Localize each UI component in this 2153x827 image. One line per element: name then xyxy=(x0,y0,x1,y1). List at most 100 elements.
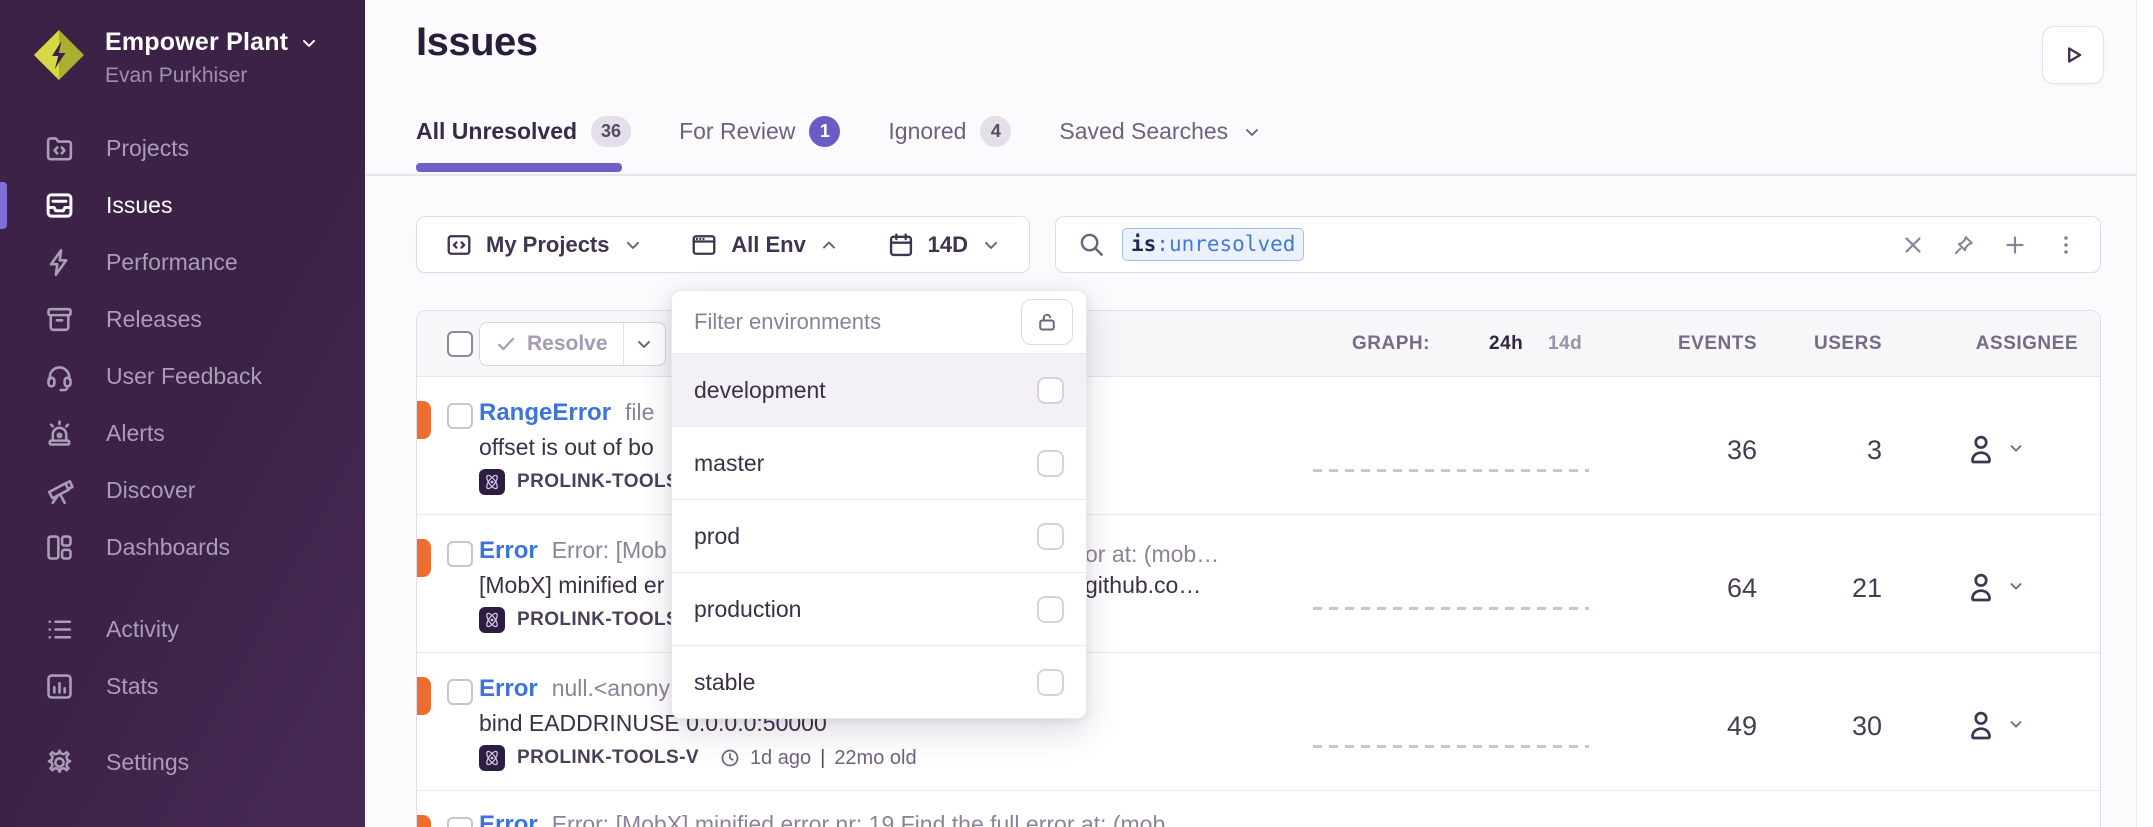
sidebar-item-label: Activity xyxy=(106,616,179,643)
issue-title-link[interactable]: RangeError xyxy=(479,399,611,427)
sidebar-item-releases[interactable]: Releases xyxy=(0,291,365,348)
sidebar-nav: Projects Issues Performance Releases Use… xyxy=(0,120,365,791)
tab-ignored[interactable]: Ignored 4 xyxy=(888,116,1011,147)
date-range-filter[interactable]: 14D xyxy=(865,217,1023,272)
header-divider xyxy=(365,174,2153,176)
sidebar-item-label: Projects xyxy=(106,135,189,162)
kebab-menu-icon[interactable] xyxy=(2054,233,2078,257)
issue-culprit: Error: [Mob xyxy=(552,537,667,564)
graph-period-14d[interactable]: 14d xyxy=(1548,311,1582,377)
tab-for-review[interactable]: For Review 1 xyxy=(679,116,840,147)
electron-project-icon xyxy=(479,607,505,633)
env-option-label: master xyxy=(694,450,764,477)
env-option-checkbox[interactable] xyxy=(1037,377,1064,404)
resolve-button[interactable]: Resolve xyxy=(479,322,666,366)
issue-title-link[interactable]: Error xyxy=(479,811,538,827)
page-scrollbar[interactable] xyxy=(2136,0,2153,827)
issue-row[interactable]: RangeError file offset is out of bo PROL… xyxy=(417,377,2100,515)
sidebar-item-label: Settings xyxy=(106,749,189,776)
select-all-checkbox[interactable] xyxy=(447,331,473,357)
env-option-production[interactable]: production xyxy=(672,572,1086,645)
sidebar-item-user-feedback[interactable]: User Feedback xyxy=(0,348,365,405)
active-tab-underline xyxy=(416,163,622,172)
chevron-down-icon xyxy=(299,33,319,53)
pin-icon[interactable] xyxy=(1952,233,1976,257)
sidebar-item-activity[interactable]: Activity xyxy=(0,601,365,658)
nav-spacer xyxy=(0,576,365,601)
row-checkbox[interactable] xyxy=(447,817,473,827)
column-assignee: ASSIGNEE xyxy=(1917,311,2078,377)
graph-period-24h[interactable]: 24h xyxy=(1489,311,1523,377)
assignee-selector[interactable] xyxy=(1932,431,2057,465)
column-events: EVENTS xyxy=(1637,311,1757,377)
error-level-bar xyxy=(417,401,431,439)
activity-icon xyxy=(44,614,75,645)
issue-row[interactable]: Error Error: [MobX] minified error nr: 1… xyxy=(417,791,2100,827)
org-switcher[interactable]: Empower Plant Evan Purkhiser xyxy=(30,26,319,88)
env-option-checkbox[interactable] xyxy=(1037,523,1064,550)
pin-filter-button[interactable] xyxy=(1021,299,1073,345)
search-token-is-unresolved[interactable]: is:unresolved xyxy=(1122,228,1304,261)
search-token-key: is xyxy=(1131,232,1156,256)
column-graph: GRAPH: xyxy=(1352,311,1430,377)
page-title: Issues xyxy=(416,20,538,65)
events-count: 36 xyxy=(1637,435,1757,466)
env-option-label: production xyxy=(694,596,801,623)
dashboards-icon xyxy=(44,532,75,563)
tab-count-badge: 36 xyxy=(591,116,631,147)
sidebar-item-label: Dashboards xyxy=(106,534,230,561)
env-option-checkbox[interactable] xyxy=(1037,669,1064,696)
env-option-stable[interactable]: stable xyxy=(672,645,1086,718)
plus-icon[interactable] xyxy=(2003,233,2027,257)
env-option-checkbox[interactable] xyxy=(1037,596,1064,623)
row-checkbox[interactable] xyxy=(447,679,473,705)
env-option-checkbox[interactable] xyxy=(1037,450,1064,477)
env-option-master[interactable]: master xyxy=(672,426,1086,499)
env-option-development[interactable]: development xyxy=(672,353,1086,426)
last-seen: 1d ago xyxy=(750,747,811,770)
issue-row[interactable]: Error Error: [Mob or at: (mob… [MobX] mi… xyxy=(417,515,2100,653)
chevron-down-icon xyxy=(2007,715,2025,733)
env-option-prod[interactable]: prod xyxy=(672,499,1086,572)
environment-filter[interactable]: All Env xyxy=(668,217,861,272)
table-header: Resolve GRAPH: 24h 14d EVENTS USERS ASSI… xyxy=(417,311,2100,377)
sidebar-item-projects[interactable]: Projects xyxy=(0,120,365,177)
resolve-button-main[interactable]: Resolve xyxy=(480,323,623,365)
sidebar-item-alerts[interactable]: Alerts xyxy=(0,405,365,462)
chevron-down-icon xyxy=(623,235,643,255)
tab-count-badge: 4 xyxy=(980,116,1011,147)
resolve-dropdown-caret[interactable] xyxy=(623,323,665,365)
error-level-bar xyxy=(417,815,431,827)
assignee-selector[interactable] xyxy=(1932,569,2057,603)
project-filter[interactable]: My Projects xyxy=(423,217,665,272)
issue-title-link[interactable]: Error xyxy=(479,675,538,703)
replay-play-button[interactable] xyxy=(2042,26,2104,84)
stats-icon xyxy=(44,671,75,702)
row-checkbox[interactable] xyxy=(447,541,473,567)
tab-saved-searches[interactable]: Saved Searches xyxy=(1059,118,1262,145)
issue-culprit: Error: [MobX] minified error nr: 19 Find… xyxy=(552,811,1166,827)
sidebar-item-performance[interactable]: Performance xyxy=(0,234,365,291)
sidebar-item-dashboards[interactable]: Dashboards xyxy=(0,519,365,576)
events-count: 49 xyxy=(1637,711,1757,742)
close-icon[interactable] xyxy=(1901,233,1925,257)
sidebar-item-label: Stats xyxy=(106,673,158,700)
row-checkbox[interactable] xyxy=(447,403,473,429)
tab-label: For Review xyxy=(679,118,795,145)
issue-row[interactable]: Error null.<anony bind EADDRINUSE 0.0.0.… xyxy=(417,653,2100,791)
chevron-down-icon xyxy=(634,334,654,354)
issue-age: 1d ago | 22mo old xyxy=(719,747,917,770)
org-name: Empower Plant xyxy=(105,28,288,57)
user-icon xyxy=(1964,431,1998,465)
sidebar-item-issues[interactable]: Issues xyxy=(0,177,365,234)
issue-search-input[interactable]: is:unresolved xyxy=(1055,216,2101,273)
tab-all-unresolved[interactable]: All Unresolved 36 xyxy=(416,116,631,147)
environment-dropdown: Filter environments development master p… xyxy=(671,290,1087,719)
sidebar-item-settings[interactable]: Settings xyxy=(0,734,365,791)
issue-sparkline xyxy=(1313,607,1589,610)
assignee-selector[interactable] xyxy=(1932,707,2057,741)
issue-culprit: file xyxy=(625,399,654,426)
sidebar-item-stats[interactable]: Stats xyxy=(0,658,365,715)
issue-title-link[interactable]: Error xyxy=(479,537,538,565)
sidebar-item-discover[interactable]: Discover xyxy=(0,462,365,519)
